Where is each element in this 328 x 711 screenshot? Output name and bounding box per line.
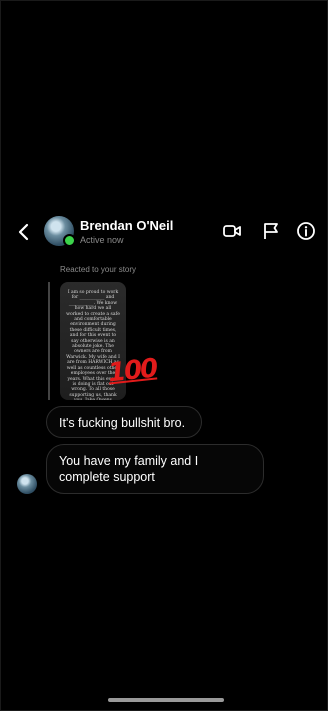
reply-indicator-bar [48, 282, 50, 400]
video-camera-icon [223, 225, 241, 237]
message-text: You have my family and I complete suppor… [59, 454, 199, 484]
online-indicator [63, 234, 76, 247]
contact-name[interactable]: Brendan O'Neil [80, 218, 173, 233]
contact-avatar[interactable] [44, 216, 76, 247]
sender-avatar[interactable] [17, 474, 37, 494]
info-icon [297, 222, 315, 240]
hundred-points-emoji: 100 [106, 353, 158, 389]
flag-icon [264, 223, 278, 239]
chat-header: Brendan O'Neil Active now [0, 212, 328, 252]
message-bubble[interactable]: It's fucking bullshit bro. [46, 406, 202, 438]
conversation-info-button[interactable] [296, 221, 316, 241]
story-reaction-label: Reacted to your story [60, 265, 137, 274]
active-status: Active now [80, 235, 124, 245]
message-text: It's fucking bullshit bro. [59, 416, 186, 430]
back-button[interactable] [16, 222, 32, 242]
video-call-button[interactable] [222, 221, 242, 241]
report-button[interactable] [261, 221, 281, 241]
message-bubble[interactable]: You have my family and I complete suppor… [46, 444, 264, 494]
home-indicator[interactable] [108, 698, 224, 702]
chevron-left-icon [18, 223, 29, 241]
